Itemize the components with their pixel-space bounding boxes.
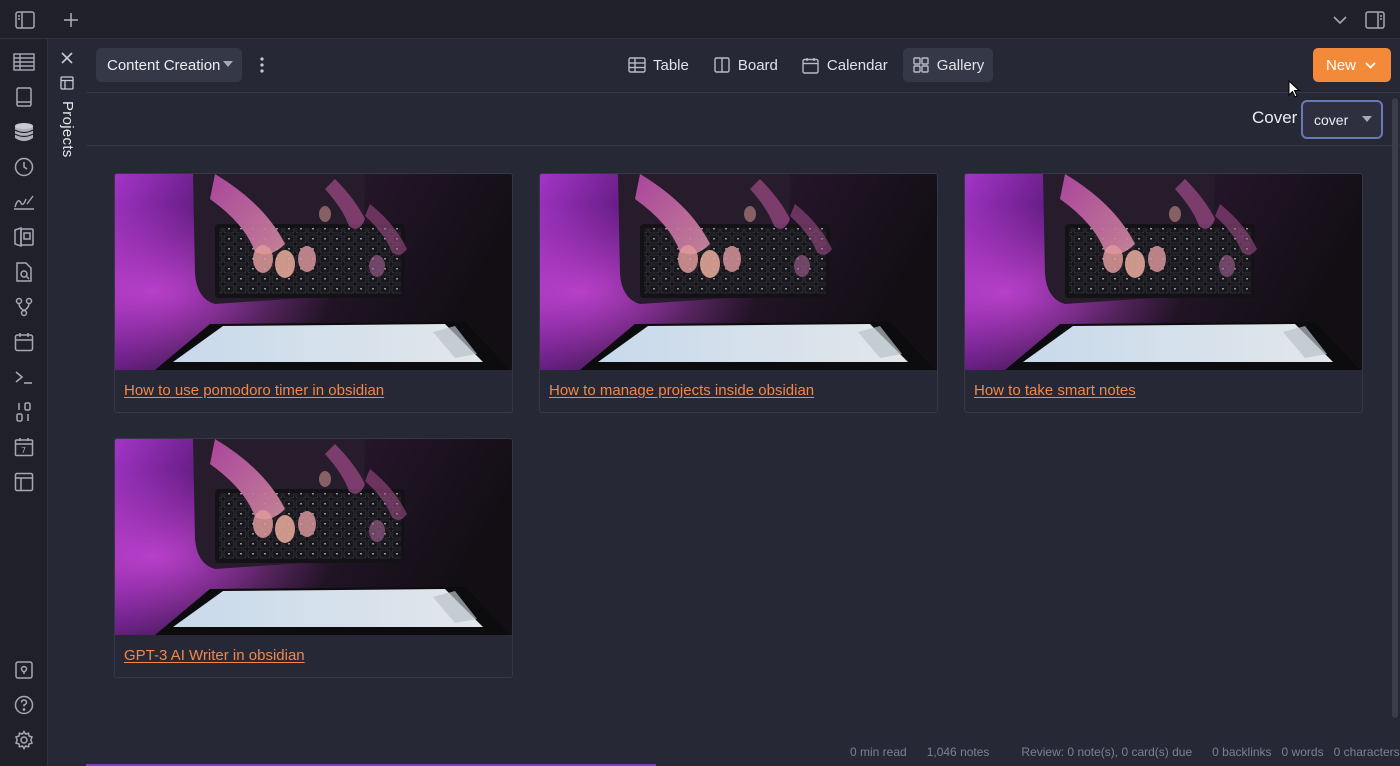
card-cover-image <box>965 174 1362 370</box>
view-tabs: Table Board Calendar Gallery <box>619 48 994 82</box>
gallery-icon <box>912 56 930 74</box>
cover-select-value: cover <box>1314 111 1349 128</box>
tab-label: Board <box>737 56 778 74</box>
calendar-icon[interactable] <box>12 330 36 354</box>
tab-gallery[interactable]: Gallery <box>902 48 994 82</box>
card-cover-image <box>115 439 512 635</box>
card-title-link[interactable]: How to manage projects inside obsidian <box>549 382 814 399</box>
table-view-icon[interactable] <box>12 50 36 74</box>
ribbon: 7 <box>0 39 48 766</box>
tab-calendar[interactable]: Calendar <box>793 48 897 82</box>
panel-layout-icon <box>59 75 75 91</box>
cover-settings-bar: Cover cover <box>86 94 1400 146</box>
tab-board[interactable]: Board <box>704 48 787 82</box>
mouse-cursor-icon <box>1288 80 1300 98</box>
tab-label: Calendar <box>826 56 888 74</box>
status-notes-count[interactable]: 1,046 notes <box>927 745 990 759</box>
new-button-label: New <box>1326 56 1357 74</box>
right-sidebar-toggle-icon[interactable] <box>1362 7 1388 33</box>
cover-select[interactable]: cover <box>1301 100 1383 139</box>
database-name: Content Creation <box>107 56 221 74</box>
calendar-day-icon[interactable]: 7 <box>12 435 36 459</box>
card-title-link[interactable]: GPT-3 AI Writer in obsidian <box>124 647 305 664</box>
title-bar <box>0 0 1400 39</box>
notebook-icon[interactable] <box>12 225 36 249</box>
view-toolbar: Content Creation Table Board Calendar Ga… <box>86 39 1400 93</box>
file-search-icon[interactable] <box>12 260 36 284</box>
vault-icon[interactable] <box>12 658 36 682</box>
caret-down-icon <box>223 61 233 67</box>
gallery-card[interactable]: How to take smart notes <box>964 173 1363 413</box>
terminal-icon[interactable] <box>12 365 36 389</box>
sidebar-toggle-icon[interactable] <box>12 7 38 33</box>
database-dropdown[interactable]: Content Creation <box>96 48 242 82</box>
gallery-card[interactable]: How to manage projects inside obsidian <box>539 173 938 413</box>
gallery-card[interactable]: How to use pomodoro timer in obsidian <box>114 173 513 413</box>
status-characters: 0 characters <box>1333 745 1400 759</box>
caret-down-icon <box>1362 116 1372 122</box>
status-review[interactable]: Review: 0 note(s), 0 card(s) due <box>1021 745 1192 759</box>
gallery-card[interactable]: GPT-3 AI Writer in obsidian <box>114 438 513 678</box>
table-icon <box>628 56 646 74</box>
status-words: 0 words <box>1281 745 1324 759</box>
git-branch-icon[interactable] <box>12 295 36 319</box>
status-read-time: 0 min read <box>850 745 907 759</box>
scrollbar[interactable] <box>1392 98 1398 718</box>
tab-label: Gallery <box>936 56 985 74</box>
calendar-icon <box>802 56 820 74</box>
tab-label: Table <box>653 56 689 74</box>
card-cover-image <box>115 174 512 370</box>
cover-label: Cover <box>1252 108 1298 127</box>
tab-list-chevron-down-icon[interactable] <box>1327 7 1353 33</box>
card-cover-image <box>540 174 937 370</box>
svg-text:7: 7 <box>21 446 26 455</box>
card-title-link[interactable]: How to take smart notes <box>974 382 1136 399</box>
status-bar: 0 min read 1,046 notes Review: 0 note(s)… <box>850 745 1400 759</box>
card-title-link[interactable]: How to use pomodoro timer in obsidian <box>124 382 384 399</box>
help-icon[interactable] <box>12 693 36 717</box>
projects-panel: Projects <box>48 39 86 766</box>
book-icon[interactable] <box>12 85 36 109</box>
panel-title[interactable]: Projects <box>59 101 76 158</box>
database-view: Content Creation Table Board Calendar Ga… <box>86 39 1400 766</box>
layout-icon[interactable] <box>12 470 36 494</box>
board-icon <box>713 56 731 74</box>
tab-table[interactable]: Table <box>619 48 698 82</box>
database-icon[interactable] <box>12 120 36 144</box>
signature-icon[interactable] <box>12 190 36 214</box>
chevron-down-icon <box>1365 61 1376 69</box>
close-icon[interactable] <box>58 49 76 67</box>
new-button[interactable]: New <box>1313 48 1391 82</box>
new-tab-icon[interactable] <box>58 7 84 33</box>
more-options-icon[interactable] <box>254 53 270 77</box>
settings-gear-icon[interactable] <box>12 728 36 752</box>
binary-icon[interactable] <box>12 400 36 424</box>
clock-icon[interactable] <box>12 155 36 179</box>
status-backlinks[interactable]: 0 backlinks <box>1212 745 1271 759</box>
